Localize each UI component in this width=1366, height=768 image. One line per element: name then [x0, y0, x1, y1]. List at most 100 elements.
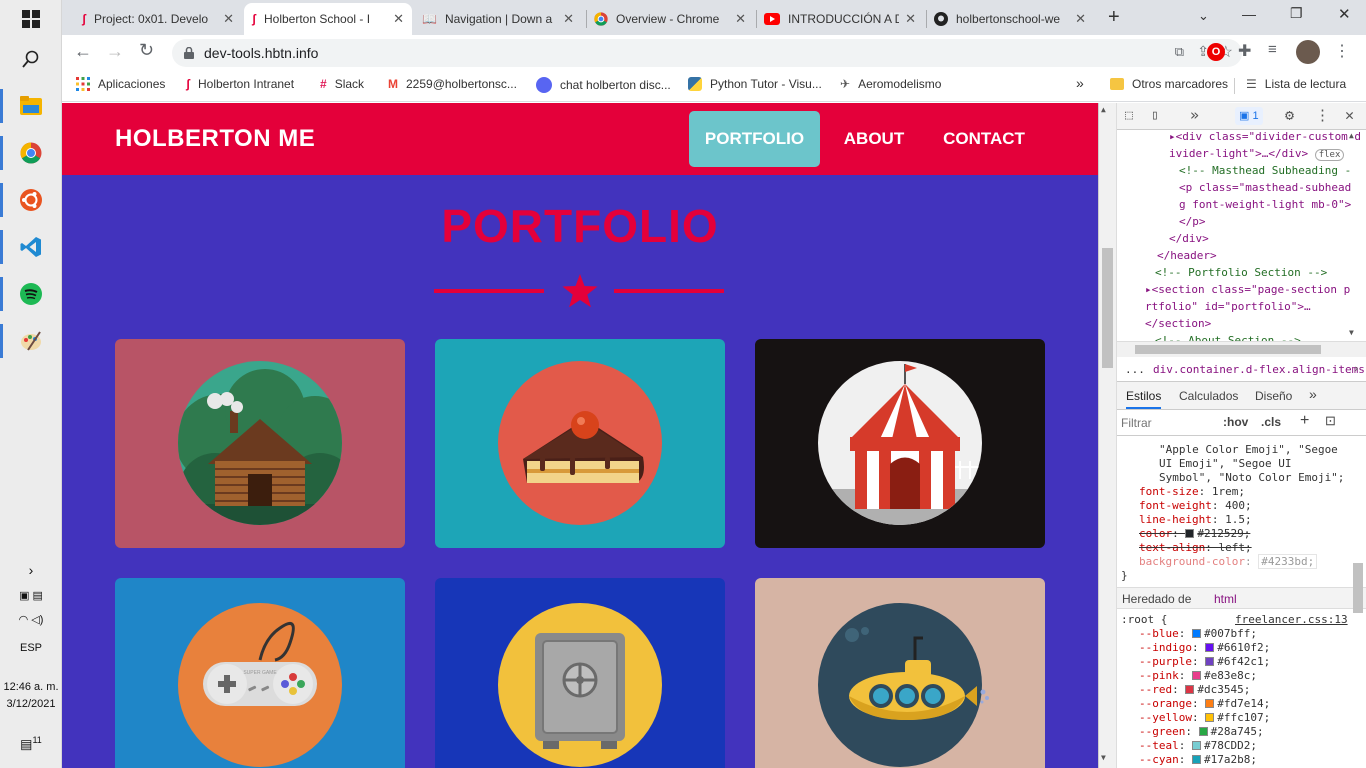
settings-gear-icon[interactable]: ⚙ [1285, 106, 1294, 124]
bookmark-aeromodelismo[interactable]: ✈ Aeromodelismo [840, 77, 941, 91]
translate-icon[interactable]: ⧉ [1175, 44, 1184, 60]
bookmark-python-tutor[interactable]: Python Tutor - Visu... [688, 77, 822, 91]
color-swatch[interactable] [1185, 685, 1195, 694]
page-scrollbar[interactable]: ▲ ▼ [1099, 103, 1117, 768]
browser-tab[interactable]: Overview - Chrome ✕ [586, 3, 754, 35]
color-swatch[interactable] [1205, 657, 1215, 666]
devtools-menu-icon[interactable]: ⋮ [1315, 106, 1330, 124]
close-icon[interactable]: ✕ [393, 11, 404, 27]
browser-tab[interactable]: holbertonschool-we ✕ [926, 3, 1094, 35]
browser-tab[interactable]: ʃ Project: 0x01. Develo ✕ [74, 3, 242, 35]
device-toggle-icon[interactable]: ▯ [1151, 108, 1159, 123]
scroll-down-icon[interactable]: ▼ [1101, 753, 1106, 762]
add-style-rule-icon[interactable]: + [1300, 412, 1309, 430]
more-tabs[interactable]: » [1309, 386, 1317, 402]
styles-scroll-thumb[interactable] [1353, 563, 1363, 613]
horizontal-scrollbar[interactable] [1117, 341, 1366, 357]
breadcrumb-more[interactable]: ... [1125, 363, 1145, 376]
flex-badge[interactable]: flex [1314, 149, 1345, 161]
reading-list[interactable]: ☰ Lista de lectura [1246, 77, 1346, 91]
ubuntu-button[interactable] [12, 181, 50, 219]
color-swatch[interactable] [1192, 755, 1201, 764]
css-variable[interactable]: --cyan: #17a2b8; [1139, 751, 1257, 768]
search-button[interactable] [12, 40, 50, 78]
portfolio-item-cake[interactable] [435, 339, 725, 548]
style-property[interactable]: background-color: #4233bd; [1139, 553, 1318, 570]
extension-opera-icon[interactable]: O [1207, 43, 1225, 61]
browser-tab[interactable]: INTRODUCCIÓN A D ✕ [756, 3, 924, 35]
menu-kebab-icon[interactable]: ⋮ [1334, 41, 1350, 61]
bookmark-discord[interactable]: chat holberton disc... [536, 77, 671, 93]
portfolio-item-circus[interactable] [755, 339, 1045, 548]
restore-button[interactable]: ❐ [1290, 5, 1303, 22]
brand-logo[interactable]: HOLBERTON ME [115, 125, 315, 153]
breadcrumb-next-icon[interactable]: › [1353, 362, 1360, 375]
portfolio-item-game[interactable]: SUPER GAME [115, 578, 405, 768]
tab-estilos[interactable]: Estilos [1126, 389, 1162, 409]
bookmark-slack[interactable]: # Slack [320, 77, 364, 91]
tree-scroll-up-icon[interactable]: ▲ [1349, 131, 1354, 140]
dom-node[interactable]: </p> [1179, 213, 1206, 230]
spotify-button[interactable] [12, 275, 50, 313]
media-control-icon[interactable]: ≡ [1268, 41, 1277, 58]
scroll-up-icon[interactable]: ▲ [1101, 105, 1106, 114]
paint-button[interactable] [12, 322, 50, 360]
browser-tab-active[interactable]: ʃ Holberton School - I ✕ [244, 3, 412, 35]
nav-link-contact[interactable]: CONTACT [928, 111, 1040, 167]
issues-badge[interactable]: ▣ 1 [1235, 107, 1263, 125]
close-icon[interactable]: ✕ [563, 11, 574, 27]
tab-diseno[interactable]: Diseño [1255, 389, 1292, 403]
minimize-button[interactable]: — [1242, 6, 1256, 22]
address-bar[interactable]: dev-tools.hbtn.info ⧉ ⇪ ☆ [172, 39, 1242, 67]
inspect-icon[interactable]: ⬚ [1125, 108, 1133, 123]
h-scroll-thumb[interactable] [1135, 345, 1321, 354]
tree-scroll-down-icon[interactable]: ▼ [1349, 328, 1354, 337]
hov-toggle[interactable]: :hov [1223, 415, 1248, 429]
dom-node[interactable]: g font-weight-light mb-0"> [1179, 196, 1351, 213]
clock-time[interactable]: 12:46 a. m. [0, 679, 62, 695]
chrome-button[interactable] [12, 134, 50, 172]
vscode-button[interactable] [12, 228, 50, 266]
dom-node[interactable]: ▸<div class="divider-custom d [1169, 128, 1361, 145]
bookmark-apps[interactable]: Aplicaciones [76, 77, 165, 91]
bookmarks-overflow[interactable]: » [1076, 75, 1084, 91]
close-icon[interactable]: ✕ [905, 11, 916, 27]
bookmark-other-folder[interactable]: Otros marcadores [1110, 77, 1228, 91]
tray-device-icons[interactable]: ▣ ▤ [0, 588, 62, 604]
toggle-sidebar-icon[interactable]: ⊡ [1325, 413, 1336, 429]
dom-node[interactable]: ▸<section class="page-section p [1145, 281, 1350, 298]
portfolio-item-safe[interactable] [435, 578, 725, 768]
color-swatch[interactable] [1192, 741, 1201, 750]
color-swatch[interactable] [1185, 529, 1195, 538]
forward-arrow-icon[interactable]: → [106, 41, 124, 62]
bookmark-gmail[interactable]: M 2259@holbertonsc... [388, 77, 517, 91]
more-panels-icon[interactable]: » [1190, 106, 1199, 124]
breadcrumb-item[interactable]: div.container.d-flex.align-items-cer [1153, 363, 1366, 376]
tab-search-chevron-icon[interactable]: ⌄ [1198, 8, 1209, 24]
dom-comment[interactable]: <!-- Masthead Subheading - [1179, 162, 1351, 179]
scroll-thumb[interactable] [1102, 248, 1113, 368]
back-arrow-icon[interactable]: ← [74, 41, 92, 62]
new-tab-button[interactable]: + [1108, 6, 1120, 29]
tab-calculados[interactable]: Calculados [1179, 389, 1238, 403]
filter-input[interactable] [1121, 414, 1211, 432]
inherited-tag[interactable]: html [1214, 592, 1237, 606]
reload-icon[interactable]: ↻ [139, 40, 154, 61]
dom-node[interactable]: </div> [1169, 230, 1209, 247]
window-close-button[interactable]: ✕ [1338, 5, 1351, 23]
color-swatch[interactable] [1205, 699, 1215, 708]
nav-link-about[interactable]: ABOUT [830, 111, 918, 167]
color-swatch[interactable] [1205, 713, 1215, 722]
color-swatch[interactable] [1192, 671, 1201, 680]
close-icon[interactable]: ✕ [735, 11, 746, 27]
devtools-close-icon[interactable]: ✕ [1345, 106, 1354, 124]
cls-toggle[interactable]: .cls [1261, 415, 1281, 429]
dom-node[interactable]: </section> [1145, 315, 1211, 332]
tray-chevron-icon[interactable]: › [0, 562, 62, 578]
dom-node[interactable]: </header> [1157, 247, 1217, 264]
browser-tab[interactable]: 📖 Navigation | Down a ✕ [414, 3, 582, 35]
color-swatch[interactable] [1192, 629, 1201, 638]
dom-comment[interactable]: <!-- Portfolio Section --> [1155, 264, 1327, 281]
bookmark-holberton-intranet[interactable]: ʃ Holberton Intranet [186, 77, 294, 91]
portfolio-item-cabin[interactable] [115, 339, 405, 548]
